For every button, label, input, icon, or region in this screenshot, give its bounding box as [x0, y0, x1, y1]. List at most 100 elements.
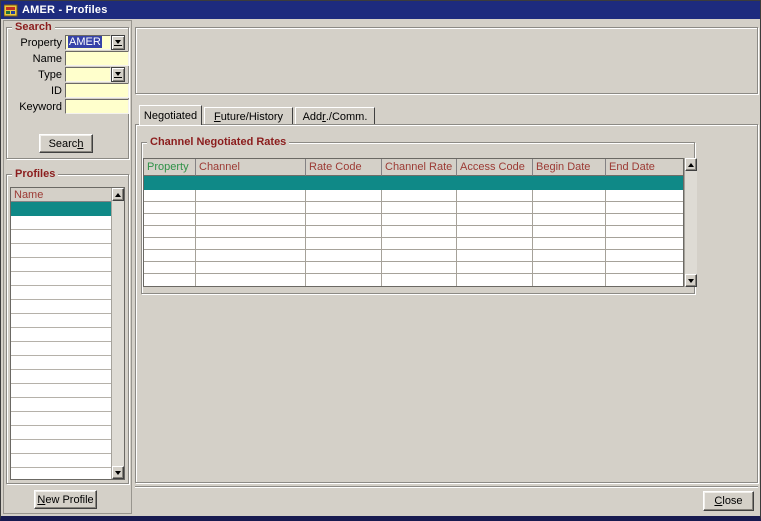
column-header: Rate Code — [306, 159, 382, 176]
profiles-list-item[interactable] — [11, 398, 112, 412]
profiles-list-item[interactable] — [11, 244, 112, 258]
new-profile-button[interactable]: New Profile — [34, 490, 97, 509]
table-cell — [382, 238, 457, 249]
table-cell — [144, 226, 196, 237]
type-input[interactable] — [65, 67, 111, 82]
profiles-list-item[interactable] — [11, 412, 112, 426]
profiles-list[interactable]: Name — [10, 187, 125, 480]
table-cell — [196, 214, 306, 225]
profiles-list-item[interactable] — [11, 440, 112, 454]
table-row[interactable] — [144, 262, 683, 274]
rates-scrollbar[interactable] — [684, 158, 697, 287]
table-cell — [606, 190, 683, 201]
profiles-list-header: Name — [11, 188, 112, 202]
profiles-list-item[interactable] — [11, 370, 112, 384]
table-cell — [196, 176, 306, 190]
profiles-list-item[interactable] — [11, 384, 112, 398]
table-cell — [144, 190, 196, 201]
table-cell — [144, 214, 196, 225]
scroll-track[interactable] — [685, 171, 697, 274]
titlebar[interactable]: AMER - Profiles — [1, 1, 760, 19]
table-cell — [457, 274, 533, 286]
column-header: Channel — [196, 159, 306, 176]
column-header: Property — [144, 159, 196, 176]
table-cell — [306, 176, 382, 190]
profiles-list-item[interactable] — [11, 454, 112, 468]
profiles-list-item[interactable] — [11, 342, 112, 356]
table-row[interactable] — [144, 226, 683, 238]
lov-bar — [114, 45, 122, 46]
name-input[interactable] — [65, 51, 129, 66]
table-row[interactable] — [144, 190, 683, 202]
profiles-list-item[interactable] — [11, 230, 112, 244]
rates-table[interactable]: PropertyChannelRate CodeChannel RateAcce… — [143, 158, 684, 287]
profiles-scrollbar[interactable] — [111, 188, 124, 479]
lov-bar — [114, 77, 122, 78]
table-cell — [457, 262, 533, 273]
profiles-list-item[interactable] — [11, 202, 112, 216]
table-row[interactable] — [144, 274, 683, 286]
arrow-down-icon — [115, 471, 121, 475]
table-row[interactable] — [144, 176, 683, 190]
keyword-input[interactable] — [65, 99, 129, 114]
scroll-track[interactable] — [112, 201, 124, 466]
profiles-list-item[interactable] — [11, 468, 112, 479]
profiles-list-item[interactable] — [11, 300, 112, 314]
search-group-label: Search — [12, 21, 55, 33]
profiles-list-item[interactable] — [11, 426, 112, 440]
rates-group-label: Channel Negotiated Rates — [147, 136, 289, 148]
table-row[interactable] — [144, 250, 683, 262]
tab-future-history[interactable]: Future/History — [204, 107, 293, 125]
table-cell — [606, 262, 683, 273]
table-cell — [533, 202, 606, 213]
property-lov-button[interactable] — [111, 35, 125, 50]
tab-negotiated[interactable]: Negotiated — [139, 105, 202, 125]
table-cell — [196, 250, 306, 261]
table-cell — [144, 202, 196, 213]
rates-table-header: PropertyChannelRate CodeChannel RateAcce… — [144, 159, 683, 176]
property-input[interactable]: AMER — [65, 35, 111, 50]
table-cell — [306, 262, 382, 273]
table-cell — [144, 176, 196, 190]
search-button[interactable]: Search — [39, 134, 93, 153]
profiles-list-item[interactable] — [11, 216, 112, 230]
table-cell — [196, 190, 306, 201]
tab-addr-comm[interactable]: Addr./Comm. — [295, 107, 375, 125]
table-cell — [457, 250, 533, 261]
table-cell — [457, 238, 533, 249]
scroll-down-button[interactable] — [685, 274, 697, 287]
table-row[interactable] — [144, 214, 683, 226]
scroll-down-button[interactable] — [112, 466, 124, 479]
table-cell — [306, 274, 382, 286]
table-cell — [533, 190, 606, 201]
scroll-up-button[interactable] — [685, 158, 697, 171]
table-cell — [196, 262, 306, 273]
property-label: Property — [7, 36, 62, 50]
table-cell — [306, 202, 382, 213]
name-label: Name — [7, 52, 62, 66]
id-input[interactable] — [65, 83, 129, 98]
window-title: AMER - Profiles — [22, 4, 108, 16]
profiles-list-item[interactable] — [11, 272, 112, 286]
profiles-list-item[interactable] — [11, 286, 112, 300]
type-lov-button[interactable] — [111, 67, 125, 82]
lov-arrow-icon — [115, 72, 121, 76]
table-cell — [457, 226, 533, 237]
table-cell — [144, 262, 196, 273]
profiles-list-item[interactable] — [11, 314, 112, 328]
table-cell — [382, 190, 457, 201]
table-cell — [382, 202, 457, 213]
scroll-up-button[interactable] — [112, 188, 124, 201]
table-cell — [196, 226, 306, 237]
profiles-list-item[interactable] — [11, 328, 112, 342]
table-row[interactable] — [144, 238, 683, 250]
table-cell — [382, 176, 457, 190]
profiles-list-item[interactable] — [11, 356, 112, 370]
table-cell — [196, 238, 306, 249]
table-cell — [606, 238, 683, 249]
profiles-list-item[interactable] — [11, 258, 112, 272]
rates-table-body — [144, 176, 683, 286]
close-button[interactable]: Close — [703, 491, 754, 511]
table-row[interactable] — [144, 202, 683, 214]
table-cell — [306, 238, 382, 249]
